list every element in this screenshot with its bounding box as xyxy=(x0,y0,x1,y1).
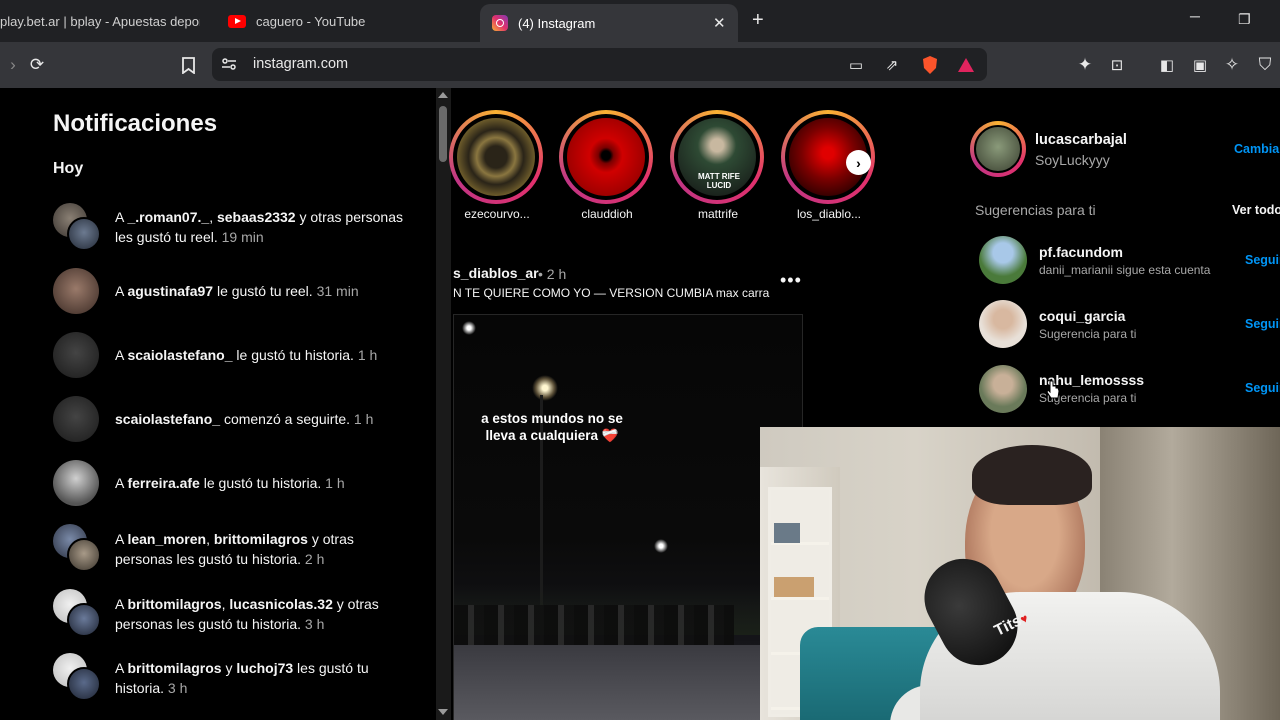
post-audio[interactable]: N TE QUIERE COMO YO — VERSION CUMBIA max… xyxy=(453,286,769,300)
brave-shield-icon[interactable] xyxy=(917,52,943,78)
post-caption: a estos mundos no se lleva a cualquiera … xyxy=(481,411,623,443)
reload-icon[interactable]: ⟳ xyxy=(24,52,50,78)
close-tab-icon[interactable]: ✕ xyxy=(713,14,726,32)
forward-icon[interactable]: › xyxy=(0,52,26,78)
see-all-link[interactable]: Ver todo xyxy=(1232,203,1280,217)
notifications-title: Notificaciones xyxy=(53,110,218,137)
notification-item[interactable]: scaiolastefano_ comenzó a seguirte. 1 h xyxy=(53,396,423,442)
notification-item[interactable]: A agustinafa97 le gustó tu reel. 31 min xyxy=(53,268,423,314)
notification-text: A _.roman07._, sebaas2332 y otras person… xyxy=(115,209,403,245)
scroll-up-icon[interactable] xyxy=(438,92,448,98)
my-display-name: SoyLuckyyy xyxy=(1035,152,1110,168)
notification-time: 3 h xyxy=(167,679,188,696)
notification-time: 2 h xyxy=(304,550,325,567)
post-time: • 2 h xyxy=(538,266,567,282)
avatar[interactable] xyxy=(53,524,103,574)
suggestion-subtitle: Sugerencia para ti xyxy=(1039,327,1137,341)
suggestion-subtitle: danii_marianii sigue esta cuenta xyxy=(1039,263,1211,277)
follow-button[interactable]: Seguir xyxy=(1245,317,1280,331)
notifications-scrollbar[interactable] xyxy=(436,88,451,720)
screenshot-icon[interactable]: ⊡ xyxy=(1104,52,1130,78)
tab-label: (4) Instagram xyxy=(518,15,596,31)
share-icon[interactable]: ⇗ xyxy=(879,52,905,78)
more-options-icon[interactable]: ••• xyxy=(780,270,802,291)
my-username[interactable]: lucascarbajal xyxy=(1035,132,1127,148)
avatar[interactable] xyxy=(53,396,99,442)
tab-label: caguero - YouTube xyxy=(256,13,366,29)
webcam-overlay: Tits♥ xyxy=(760,427,1280,720)
story-username: claudd­ioh xyxy=(581,207,633,221)
mouse-cursor-icon xyxy=(1046,380,1060,405)
cast-icon[interactable]: ▭ xyxy=(843,52,869,78)
notification-item[interactable]: A brittomilagros, lucasnicolas.32 y otra… xyxy=(53,589,423,637)
avatar[interactable] xyxy=(53,332,99,378)
notification-text: A brittomilagros, lucasnicolas.32 y otra… xyxy=(115,596,379,632)
notification-text: A ferreira.afe le gustó tu historia. 1 h xyxy=(115,475,345,491)
follow-button[interactable]: Seguir xyxy=(1245,253,1280,267)
story-overlay-text: MATT RIFE LUCID xyxy=(697,172,741,190)
notification-item[interactable]: A lean_moren, brittomilagros y otras per… xyxy=(53,524,423,572)
notification-time: 1 h xyxy=(353,411,374,427)
notification-item[interactable]: A scaiolastefano_ le gustó tu historia. … xyxy=(53,332,423,378)
restore-button[interactable]: ❐ xyxy=(1238,11,1251,28)
avatar[interactable] xyxy=(53,268,99,314)
minimize-button[interactable]: ─ xyxy=(1190,8,1200,24)
notification-text: scaiolastefano_ comenzó a seguirte. 1 h xyxy=(115,411,374,427)
site-settings-icon[interactable] xyxy=(221,56,237,72)
avatar[interactable] xyxy=(53,460,99,506)
post-video[interactable] xyxy=(453,314,803,720)
notification-item[interactable]: A brittomilagros y luchoj73 les gustó tu… xyxy=(53,653,423,701)
follow-button[interactable]: Seguir xyxy=(1245,381,1280,395)
suggestion-avatar[interactable] xyxy=(979,300,1027,348)
notification-text: A agustinafa97 le gustó tu reel. 31 min xyxy=(115,283,359,299)
notification-time: 31 min xyxy=(316,283,359,299)
post-username[interactable]: s_diablos_ar xyxy=(453,265,539,281)
tab-label: play.bet.ar | bplay - Apuestas depor xyxy=(0,13,200,29)
new-tab-button[interactable]: + xyxy=(752,9,764,32)
suggestions-title: Sugerencias para ti xyxy=(975,202,1096,218)
leo-ai-icon[interactable]: ✧ xyxy=(1219,52,1245,78)
section-today: Hoy xyxy=(53,160,84,177)
tab-instagram[interactable]: (4) Instagram ✕ xyxy=(480,4,738,42)
notification-time: 1 h xyxy=(357,347,378,363)
story-username: ezecourvo... xyxy=(464,207,530,221)
tab-youtube[interactable]: caguero - YouTube xyxy=(228,0,468,42)
wallet-icon[interactable]: ▣ xyxy=(1187,52,1213,78)
youtube-icon xyxy=(228,14,246,28)
brave-rewards-icon[interactable] xyxy=(953,52,979,78)
suggestion-username[interactable]: pf.facundom xyxy=(1039,244,1123,260)
scrollbar-thumb[interactable] xyxy=(439,106,447,162)
avatar[interactable] xyxy=(53,653,103,703)
suggestion-avatar[interactable] xyxy=(979,236,1027,284)
story-username: mattrife xyxy=(697,207,738,221)
instagram-icon xyxy=(492,15,508,31)
notification-time: 19 min xyxy=(221,228,264,245)
vpn-icon[interactable]: ⛉ xyxy=(1252,52,1278,78)
story-username: los_diablo... xyxy=(796,207,862,221)
my-avatar[interactable] xyxy=(970,121,1026,177)
tab-bplay[interactable]: play.bet.ar | bplay - Apuestas depor xyxy=(0,0,200,42)
notification-text: A scaiolastefano_ le gustó tu historia. … xyxy=(115,347,378,363)
notification-text: A brittomilagros y luchoj73 les gustó tu… xyxy=(115,660,369,696)
suggestion-username[interactable]: coqui_garcia xyxy=(1039,308,1125,324)
stories-next-button[interactable]: › xyxy=(846,150,871,175)
scroll-down-icon[interactable] xyxy=(438,709,448,715)
avatar[interactable] xyxy=(53,589,103,639)
suggestion-avatar[interactable] xyxy=(979,365,1027,413)
notification-item[interactable]: A _.roman07._, sebaas2332 y otras person… xyxy=(53,203,423,251)
notification-time: 1 h xyxy=(325,475,345,491)
avatar[interactable] xyxy=(53,203,103,253)
bookmark-icon[interactable] xyxy=(175,52,201,78)
browser-tab-bar: play.bet.ar | bplay - Apuestas depor cag… xyxy=(0,0,1280,42)
chevron-right-icon: › xyxy=(856,154,861,171)
notification-item[interactable]: A ferreira.afe le gustó tu historia. 1 h xyxy=(53,460,423,506)
switch-account-link[interactable]: Cambiar xyxy=(1234,142,1280,156)
sidebar-icon[interactable]: ◧ xyxy=(1154,52,1180,78)
extensions-icon[interactable]: ✦ xyxy=(1072,52,1098,78)
notification-text: A lean_moren, brittomilagros y otras per… xyxy=(115,531,354,567)
notification-time: 3 h xyxy=(304,615,325,632)
url-text[interactable]: instagram.com xyxy=(253,56,348,72)
